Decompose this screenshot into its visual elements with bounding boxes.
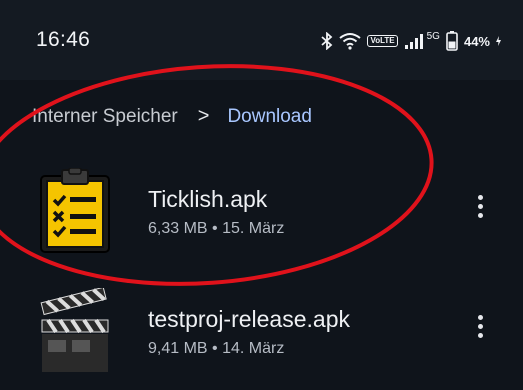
file-list-item[interactable]: Ticklish.apk 6,33 MB • 15. März	[0, 160, 523, 270]
signal-icon	[404, 34, 423, 49]
file-name: testproj-release.apk	[148, 306, 350, 332]
file-list-item[interactable]: testproj-release.apk 9,41 MB • 14. März	[0, 280, 523, 390]
network-type-label: 5G	[426, 30, 440, 42]
bluetooth-icon	[321, 32, 333, 50]
more-options-icon	[477, 314, 483, 320]
breadcrumb-current[interactable]: Download	[227, 106, 312, 128]
breadcrumb: Interner Speicher > Download	[32, 105, 312, 128]
clipboard-checklist-icon	[40, 168, 110, 253]
charging-icon	[496, 36, 501, 46]
file-browser: Interner Speicher > Download Ticklish.ap…	[0, 80, 523, 372]
file-meta: 9,41 MB • 14. März	[148, 340, 285, 357]
status-time: 16:46	[36, 28, 91, 51]
more-options-icon	[477, 194, 483, 200]
volte-badge: VoLTE	[367, 35, 398, 47]
breadcrumb-separator: >	[197, 105, 210, 127]
status-icons: VoLTE 5G 44%	[321, 30, 501, 52]
more-options-button[interactable]	[466, 308, 494, 344]
more-options-button[interactable]	[466, 188, 494, 224]
file-name: Ticklish.apk	[148, 186, 268, 212]
breadcrumb-root[interactable]: Interner Speicher	[32, 106, 178, 128]
battery-icon	[446, 31, 458, 51]
file-meta: 6,33 MB • 15. März	[148, 220, 285, 237]
wifi-icon	[339, 33, 362, 50]
status-bar: 16:46 VoLTE 5G 44%	[0, 0, 523, 80]
battery-percent: 44%	[463, 33, 490, 49]
clapperboard-icon	[40, 288, 109, 372]
